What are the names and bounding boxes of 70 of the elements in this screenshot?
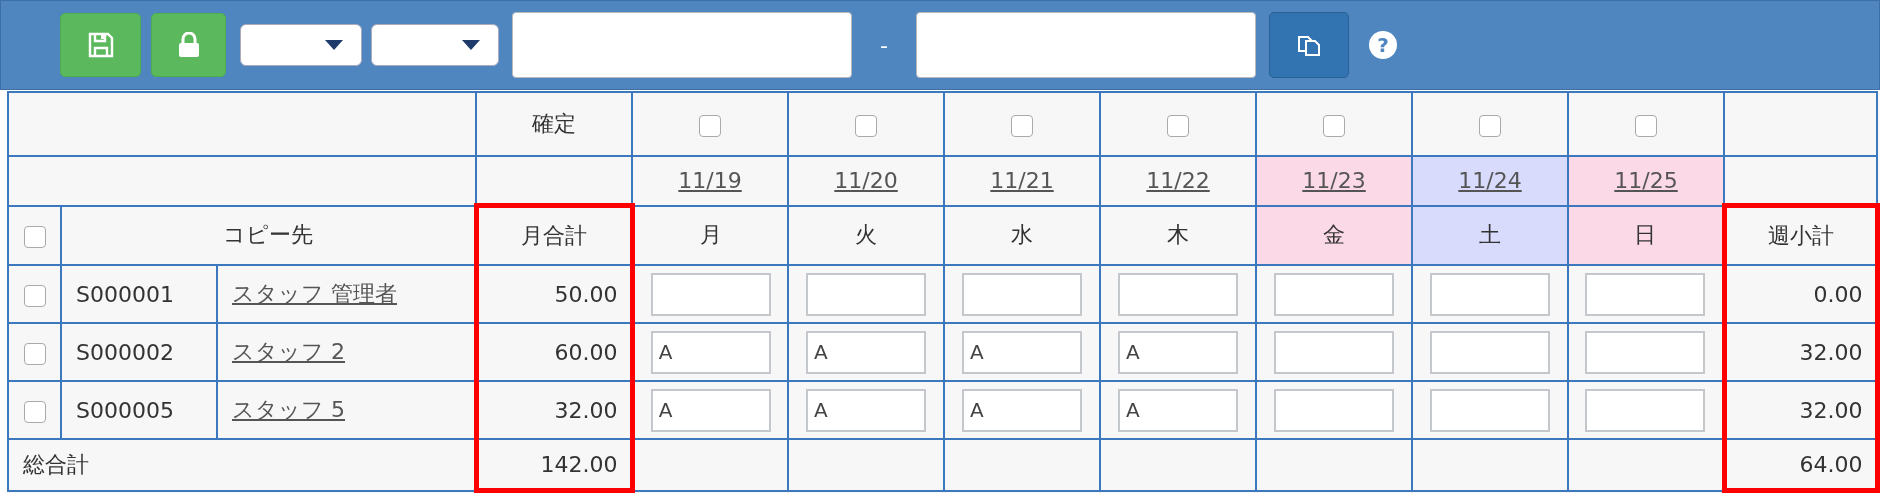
date-link[interactable]: 11/24 <box>1458 168 1522 194</box>
date-link[interactable]: 11/23 <box>1302 168 1366 194</box>
table-header: 火 <box>788 205 945 265</box>
dropdown[interactable] <box>240 24 362 66</box>
lock-icon <box>177 32 200 58</box>
input-field[interactable] <box>1430 272 1551 316</box>
input-field[interactable] <box>1430 330 1551 374</box>
input-field[interactable]: A <box>806 330 927 374</box>
table-cell: 総合計 <box>8 439 477 491</box>
checkbox[interactable] <box>1011 114 1034 137</box>
table-header: 日 <box>1568 205 1725 265</box>
input-field[interactable] <box>916 12 1256 78</box>
input-field[interactable] <box>806 272 927 316</box>
table-cell: 142.00 <box>476 439 633 491</box>
table-cell: 32.00 <box>1724 323 1878 381</box>
input-field[interactable]: A <box>806 388 927 432</box>
table-cell: 0.00 <box>1724 265 1878 323</box>
checkbox[interactable] <box>855 114 878 137</box>
input-field[interactable]: A <box>1118 330 1239 374</box>
table-cell: 50.00 <box>476 265 633 323</box>
table-cell: 32.00 <box>476 381 633 439</box>
checkbox[interactable] <box>23 284 46 307</box>
input-field[interactable] <box>962 272 1083 316</box>
table-cell: 60.00 <box>476 323 633 381</box>
dropdown[interactable] <box>371 24 499 66</box>
caret-icon <box>325 40 343 50</box>
checkbox[interactable] <box>1479 114 1502 137</box>
checkbox[interactable] <box>1167 114 1190 137</box>
input-field[interactable] <box>1274 330 1395 374</box>
table-cell: S000001 <box>61 265 217 323</box>
help-button[interactable]: ? <box>1369 31 1397 59</box>
checkbox[interactable] <box>23 400 46 423</box>
input-field[interactable]: A <box>650 388 771 432</box>
input-field[interactable] <box>1118 272 1239 316</box>
input-field[interactable] <box>650 272 771 316</box>
staff-link[interactable]: スタッフ 2 <box>232 339 345 364</box>
lock-button[interactable] <box>151 13 226 77</box>
table-header: 月 <box>632 205 789 265</box>
checkbox[interactable] <box>23 225 46 248</box>
input-field[interactable] <box>1585 388 1706 432</box>
save-button[interactable] <box>60 13 141 77</box>
input-field[interactable]: A <box>1118 388 1239 432</box>
table-header: 金 <box>1256 205 1413 265</box>
table-cell: S000002 <box>61 323 217 381</box>
table-cell: S000005 <box>61 381 217 439</box>
input-field[interactable] <box>1430 388 1551 432</box>
input-field[interactable] <box>1274 388 1395 432</box>
copy-button[interactable] <box>1269 12 1349 78</box>
input-field[interactable]: A <box>650 330 771 374</box>
caret-icon <box>462 40 480 50</box>
table-header: 水 <box>944 205 1101 265</box>
table-header: 週小計 <box>1724 205 1878 265</box>
table-header: 土 <box>1412 205 1569 265</box>
range-separator: - <box>879 32 889 58</box>
table-cell: 32.00 <box>1724 381 1878 439</box>
checkbox[interactable] <box>23 342 46 365</box>
input-field[interactable] <box>1274 272 1395 316</box>
checkbox[interactable] <box>699 114 722 137</box>
table-cell: 64.00 <box>1724 439 1878 491</box>
staff-link[interactable]: スタッフ 5 <box>232 397 345 422</box>
input-field[interactable] <box>1585 330 1706 374</box>
input-field[interactable]: A <box>962 330 1083 374</box>
checkbox[interactable] <box>1323 114 1346 137</box>
table-header: 確定 <box>476 92 633 156</box>
checkbox[interactable] <box>1635 114 1658 137</box>
input-field[interactable] <box>1585 272 1706 316</box>
date-link[interactable]: 11/25 <box>1614 168 1678 194</box>
input-field[interactable]: A <box>962 388 1083 432</box>
input-field[interactable] <box>512 12 852 78</box>
table-header: 月合計 <box>476 205 633 265</box>
